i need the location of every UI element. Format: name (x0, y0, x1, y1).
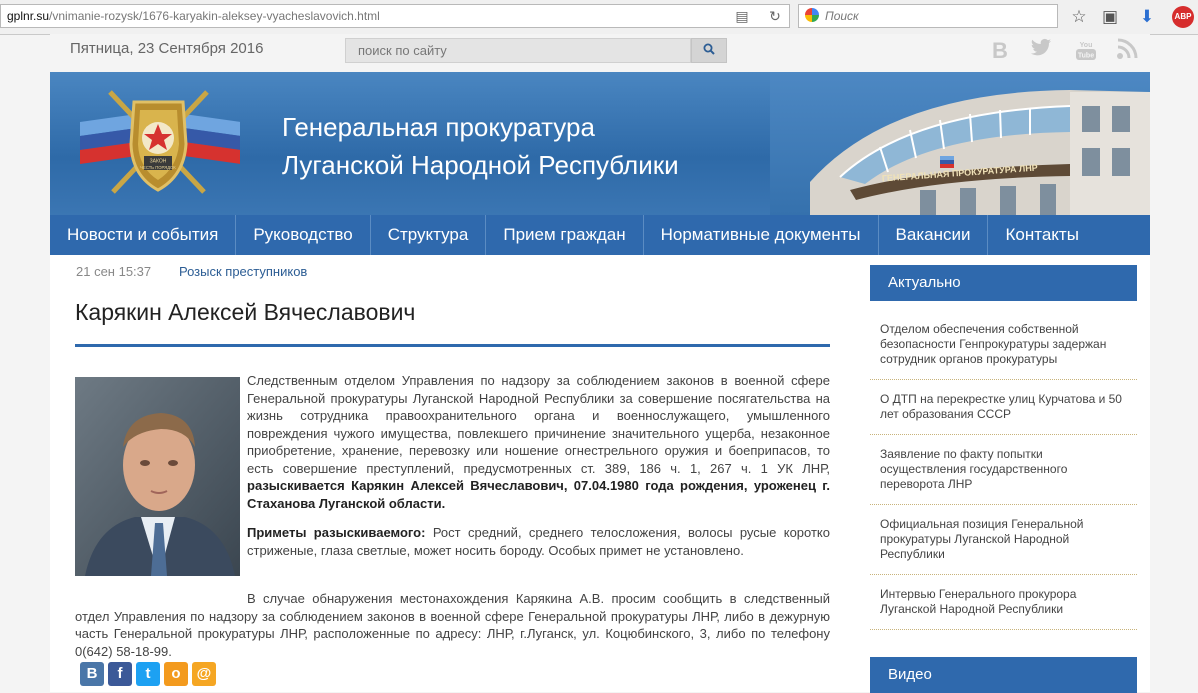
browser-toolbar: gplnr.su/vnimanie-rozysk/1676-karyakin-a… (0, 0, 1198, 35)
sidebar-news-item[interactable]: Официальная позиция Генеральной прокурат… (870, 505, 1137, 575)
nav-item-structure[interactable]: Структура (371, 215, 487, 255)
banner-title-line1: Генеральная прокуратура (282, 112, 595, 142)
page-content: 21 сен 15:37 Розыск преступников Карякин… (50, 255, 1150, 693)
svg-text:Tube: Tube (1078, 53, 1094, 60)
title-divider (75, 344, 830, 347)
url-path: /vnimanie-rozysk/1676-karyakin-aleksey-v… (49, 9, 380, 23)
article-title: Карякин Алексей Вячеславович (75, 299, 416, 325)
site-search-button[interactable] (691, 38, 727, 63)
article-p2-label: Приметы разыскиваемого: (247, 525, 426, 540)
browser-search-input[interactable]: Поиск (798, 4, 1058, 28)
nav-item-contacts[interactable]: Контакты (988, 215, 1095, 255)
bookmark-star-icon[interactable]: ☆ (1068, 6, 1090, 28)
sidebar-news-item[interactable]: Отделом обеспечения собственной безопасн… (870, 310, 1137, 380)
article-body: Следственным отделом Управления по надзо… (75, 372, 830, 660)
article-date: 21 сен 15:37 (76, 264, 152, 279)
article-p3-text: В случае обнаружения местонахождения Кар… (75, 591, 830, 659)
nav-item-reception[interactable]: Прием граждан (486, 215, 644, 255)
sidebar-news-item[interactable]: Интервью Генерального прокурора Луганско… (870, 575, 1137, 630)
address-bar[interactable]: gplnr.su/vnimanie-rozysk/1676-karyakin-a… (0, 4, 790, 28)
main-navigation: Новости и события Руководство Структура … (50, 215, 1150, 255)
reader-view-icon[interactable]: ▤ (733, 7, 751, 25)
site-search-input[interactable]: поиск по сайту (345, 38, 691, 63)
emblem-text: ЗАКОН (150, 159, 167, 165)
search-icon (703, 43, 715, 55)
vk-icon[interactable]: В (987, 38, 1013, 64)
reload-icon[interactable]: ↻ (766, 7, 784, 25)
nav-item-news[interactable]: Новости и события (50, 215, 237, 255)
nav-item-leadership[interactable]: Руководство (236, 215, 371, 255)
article-category-link[interactable]: Розыск преступников (179, 264, 307, 279)
google-icon (805, 8, 819, 22)
article-paragraph-3: В случае обнаружения местонахождения Кар… (75, 590, 830, 660)
share-vk-icon[interactable]: B (80, 662, 104, 686)
share-buttons: B f t o @ (80, 662, 216, 686)
url-domain: gplnr.su (7, 9, 50, 23)
adblock-icon[interactable]: ABP (1172, 6, 1194, 28)
clipboard-icon[interactable]: ▣ (1099, 6, 1121, 28)
prosecutor-emblem[interactable]: ЗАКОН ЧЕСТЬ ПОРЯДОК (76, 84, 241, 204)
article-p1-text: Следственным отделом Управления по надзо… (247, 373, 830, 476)
download-icon[interactable]: ⬇ (1136, 6, 1158, 28)
sidebar-news-item[interactable]: О ДТП на перекрестке улиц Курчатова и 50… (870, 380, 1137, 435)
svg-text:You: You (1080, 42, 1093, 49)
share-facebook-icon[interactable]: f (108, 662, 132, 686)
banner-title-line2: Луганской Народной Республики (282, 150, 679, 180)
current-date: Пятница, 23 Сентября 2016 (70, 40, 264, 57)
sidebar-heading-video: Видео (870, 657, 1137, 693)
twitter-icon[interactable] (1028, 38, 1054, 64)
share-mail-icon[interactable]: @ (192, 662, 216, 686)
sidebar-heading-actual: Актуально (870, 265, 1137, 301)
article-p1-bold: разыскивается Карякин Алексей Вячеславов… (247, 478, 830, 511)
banner-title: Генеральная прокуратура Луганской Народн… (282, 108, 679, 184)
share-twitter-icon[interactable]: t (136, 662, 160, 686)
sidebar-news-list: Отделом обеспечения собственной безопасн… (870, 310, 1137, 630)
sidebar-news-item[interactable]: Заявление по факту попытки осуществления… (870, 435, 1137, 505)
svg-text:ЧЕСТЬ ПОРЯДОК: ЧЕСТЬ ПОРЯДОК (140, 165, 176, 170)
browser-search-placeholder: Поиск (825, 9, 859, 23)
top-strip: Пятница, 23 Сентября 2016 поиск по сайту… (50, 34, 1150, 72)
nav-item-documents[interactable]: Нормативные документы (644, 215, 879, 255)
rss-icon[interactable] (1114, 38, 1140, 64)
share-odnoklassniki-icon[interactable]: o (164, 662, 188, 686)
building-photo: ГЕНЕРАЛЬНАЯ ПРОКУРАТУРА ЛНР (770, 72, 1150, 215)
site-banner: ЗАКОН ЧЕСТЬ ПОРЯДОК Генеральная прокурат… (50, 72, 1150, 215)
nav-item-vacancies[interactable]: Вакансии (879, 215, 989, 255)
youtube-icon[interactable]: You Tube (1073, 38, 1099, 64)
